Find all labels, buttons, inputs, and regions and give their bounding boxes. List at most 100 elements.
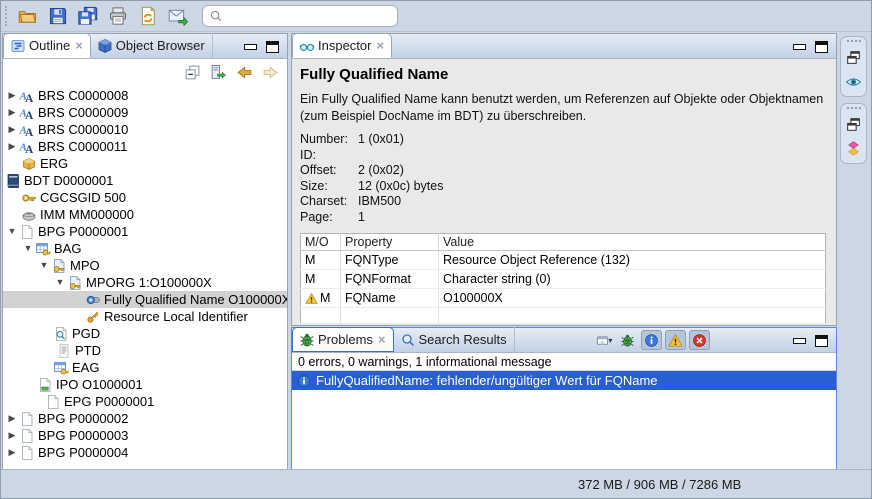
collapse-arrow-icon[interactable]: ▼ [5,227,19,236]
property-row[interactable]: MFQNameO100000X [301,289,826,308]
minimize-button[interactable] [793,338,806,344]
expand-arrow-icon[interactable]: ▶ [5,91,19,100]
info-button[interactable] [641,330,662,350]
fast-view-group [840,36,867,97]
column-header-property[interactable]: Property [341,234,439,251]
error-button[interactable] [689,330,710,350]
tree-item[interactable]: EAG [3,359,287,376]
tree-item[interactable]: Resource Local Identifier [3,308,287,325]
save-all-button[interactable] [76,5,99,28]
save-icon [48,6,68,26]
restore-view-button[interactable] [844,48,863,67]
bug-icon [620,333,635,348]
tree-item-label: BRS C0000010 [38,122,128,137]
tree-item[interactable]: ▼BPG P0000001 [3,223,287,240]
problem-item[interactable]: FullyQualifiedName: fehlender/ungültiger… [292,371,836,390]
tree-item[interactable]: Fully Qualified Name O100000X [3,291,287,308]
toolbar-drag-handle[interactable] [5,6,9,26]
font-icon: AA [19,88,35,104]
tree-item-label: EPG P0000001 [64,394,154,409]
maximize-button[interactable] [815,41,828,53]
expand-arrow-icon[interactable]: ▶ [5,414,19,423]
tree-item[interactable]: CGCSGID 500 [3,189,287,206]
warning-button[interactable] [665,330,686,350]
inspector-field: Charset:IBM500 [300,194,826,210]
collapse-arrow-icon[interactable]: ▼ [21,244,35,253]
inspector-field: Number:1 (0x01) [300,132,826,148]
layers-button[interactable] [844,139,863,158]
cell-property: FQNFormat [341,270,439,289]
column-header-m-o[interactable]: M/O [301,234,341,251]
problem-text: FullyQualifiedName: fehlender/ungültiger… [316,373,658,388]
table-key-icon [35,241,51,257]
tab-search-results[interactable]: Search Results [394,327,515,352]
column-header-value[interactable]: Value [439,234,826,251]
print-button[interactable] [106,5,129,28]
maximize-button[interactable] [815,335,828,347]
cell-mo: M [305,253,315,267]
collapse-arrow-icon[interactable]: ▼ [53,278,67,287]
minimize-button[interactable] [793,44,806,50]
send-mail-button[interactable] [166,5,189,28]
layers-icon [845,140,862,157]
forward-button[interactable] [260,62,280,82]
tree-item[interactable]: ▶BPG P0000004 [3,444,287,461]
tree-item[interactable]: PTD [3,342,287,359]
tab-object-browser[interactable]: Object Browser [91,33,213,58]
back-button[interactable] [234,62,254,82]
field-label: ID: [300,148,358,164]
tree-item[interactable]: ▼MPO [3,257,287,274]
expand-arrow-icon[interactable]: ▶ [5,448,19,457]
tree-item[interactable]: EPG P0000001 [3,393,287,410]
minimize-button[interactable] [244,44,257,50]
search-input[interactable] [226,9,391,23]
close-icon[interactable]: × [376,39,384,52]
tab-problems[interactable]: Problems× [292,327,394,352]
collapse-arrow-icon[interactable]: ▼ [37,261,51,270]
close-icon[interactable]: × [378,333,386,346]
tree-item[interactable]: IPO O1000001 [3,376,287,393]
property-row[interactable]: MFQNFormatCharacter string (0) [301,270,826,289]
open-button[interactable] [16,5,39,28]
tab-inspector[interactable]: Inspector× [292,33,392,58]
tree-item[interactable]: PGD [3,325,287,342]
page-plain-icon [19,411,35,427]
view-menu-button[interactable]: ▾ [593,330,614,350]
expand-arrow-icon[interactable]: ▶ [5,108,19,117]
page-key-icon [51,258,67,274]
tree-item[interactable]: ▼BAG [3,240,287,257]
tree-item[interactable]: ▶BPG P0000003 [3,427,287,444]
tree-item[interactable]: IMM MM000000 [3,206,287,223]
tab-outline[interactable]: Outline× [3,33,91,58]
property-row[interactable]: MFQNTypeResource Object Reference (132) [301,251,826,270]
maximize-icon [815,335,828,347]
page-plain-icon [45,394,61,410]
export-button[interactable] [136,5,159,28]
close-icon[interactable]: × [75,39,83,52]
link-with-editor-button[interactable] [208,62,228,82]
svg-text:A: A [25,110,34,121]
expand-arrow-icon[interactable]: ▶ [5,125,19,134]
save-button[interactable] [46,5,69,28]
expand-arrow-icon[interactable]: ▶ [5,431,19,440]
drag-handle[interactable] [847,40,861,43]
inspector-window-buttons [789,41,836,58]
maximize-button[interactable] [266,41,279,53]
bug-button[interactable] [617,330,638,350]
property-table: M/OPropertyValue MFQNTypeResource Object… [300,233,826,324]
tree-item[interactable]: ▶BPG P0000002 [3,410,287,427]
eye-button[interactable] [844,72,863,91]
tree-item[interactable]: ▶AABRS C0000009 [3,104,287,121]
tree-item[interactable]: ▼MPORG 1:O100000X [3,274,287,291]
expand-arrow-icon[interactable]: ▶ [5,142,19,151]
tree-item[interactable]: ▶AABRS C0000011 [3,138,287,155]
search-box[interactable] [202,5,398,27]
restore-view-button[interactable] [844,115,863,134]
tree-item[interactable]: BDT D0000001 [3,172,287,189]
collapse-all-button[interactable] [182,62,202,82]
drag-handle[interactable] [847,107,861,110]
page-plain-icon [19,445,35,461]
tree-item[interactable]: ERG [3,155,287,172]
tree-item[interactable]: ▶AABRS C0000008 [3,87,287,104]
tree-item[interactable]: ▶AABRS C0000010 [3,121,287,138]
